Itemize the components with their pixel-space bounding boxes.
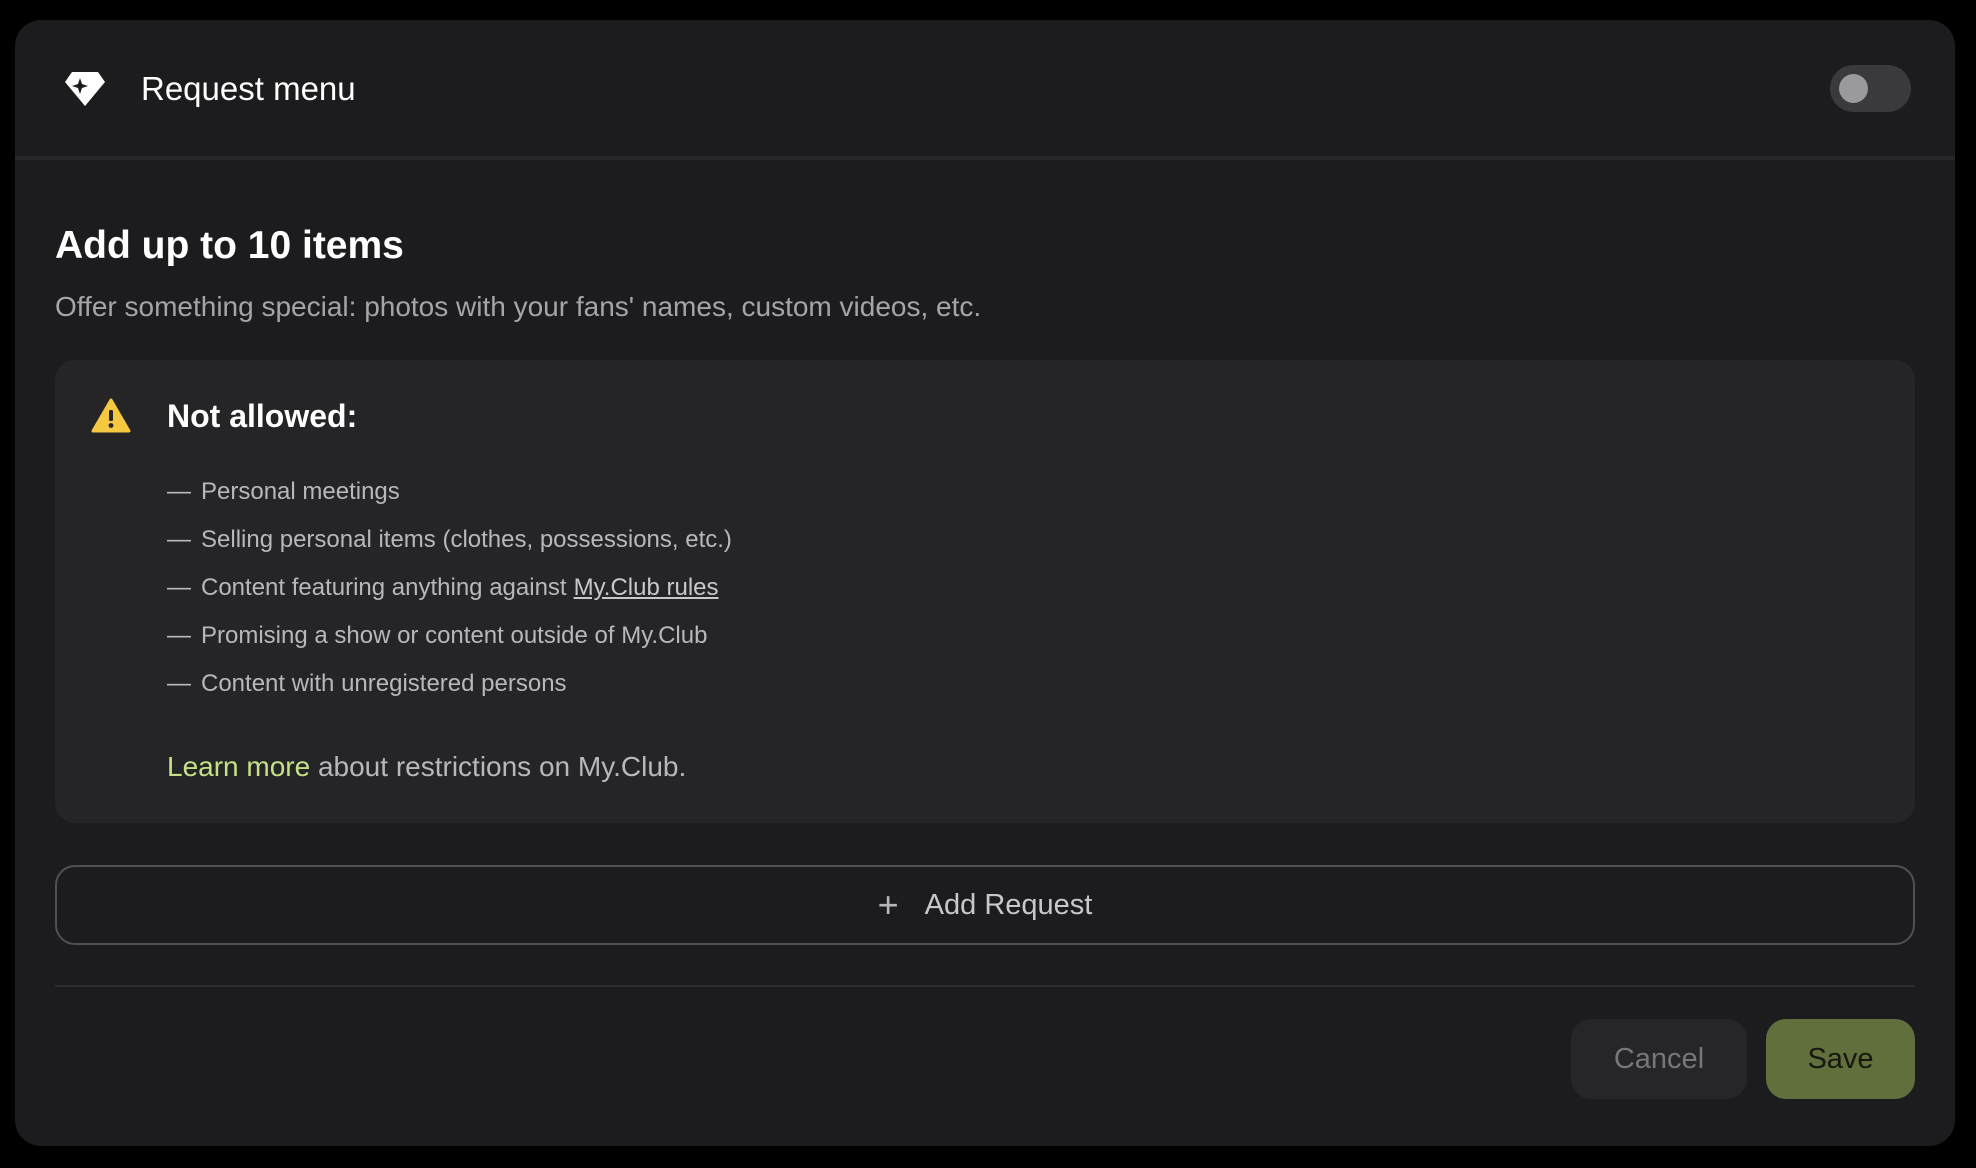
list-dash: — bbox=[167, 670, 191, 697]
page-subtitle: Offer something special: photos with you… bbox=[55, 291, 982, 322]
list-item: — Content featuring anything against My.… bbox=[167, 564, 732, 612]
notice-title: Not allowed: bbox=[167, 398, 358, 434]
not-allowed-list: — Personal meetings — Selling personal i… bbox=[167, 468, 732, 708]
not-allowed-notice: Not allowed: — Personal meetings — Selli… bbox=[55, 360, 1915, 823]
request-menu-panel: Request menu Add up to 10 items Offer so… bbox=[15, 20, 1955, 1146]
list-item-text: Content with unregistered persons bbox=[201, 670, 567, 697]
plus-icon: + bbox=[877, 884, 899, 925]
request-menu-toggle[interactable] bbox=[1830, 65, 1911, 112]
gem-icon bbox=[63, 67, 107, 111]
warning-icon bbox=[91, 398, 131, 434]
list-item-text: Selling personal items (clothes, possess… bbox=[201, 526, 732, 553]
header-title: Request menu bbox=[141, 70, 356, 107]
list-item: — Personal meetings bbox=[167, 468, 732, 516]
cancel-button[interactable]: Cancel bbox=[1571, 1019, 1747, 1099]
page-heading: Add up to 10 items bbox=[55, 224, 404, 267]
list-item-text: Promising a show or content outside of M… bbox=[201, 622, 708, 649]
list-item: — Selling personal items (clothes, posse… bbox=[167, 516, 732, 564]
list-item: — Content with unregistered persons bbox=[167, 660, 732, 708]
list-item-text: Content featuring anything against bbox=[201, 574, 567, 601]
footer: Cancel Save bbox=[55, 987, 1915, 1107]
learn-more-text: about restrictions on My.Club. bbox=[310, 751, 687, 782]
rules-link[interactable]: My.Club rules bbox=[574, 564, 719, 612]
learn-more-line: Learn more about restrictions on My.Club… bbox=[167, 750, 686, 784]
add-request-button[interactable]: + Add Request bbox=[55, 865, 1915, 945]
list-dash: — bbox=[167, 622, 191, 649]
main-content: Add up to 10 items Offer something speci… bbox=[55, 160, 1915, 1107]
list-dash: — bbox=[167, 478, 191, 505]
panel-header: Request menu bbox=[15, 20, 1955, 158]
list-item-text: Personal meetings bbox=[201, 478, 400, 505]
save-button[interactable]: Save bbox=[1766, 1019, 1915, 1099]
learn-more-link[interactable]: Learn more bbox=[167, 751, 310, 782]
add-request-label: Add Request bbox=[924, 888, 1093, 921]
list-dash: — bbox=[167, 526, 191, 553]
toggle-knob bbox=[1839, 74, 1868, 103]
list-dash: — bbox=[167, 574, 191, 601]
list-item: — Promising a show or content outside of… bbox=[167, 612, 732, 660]
